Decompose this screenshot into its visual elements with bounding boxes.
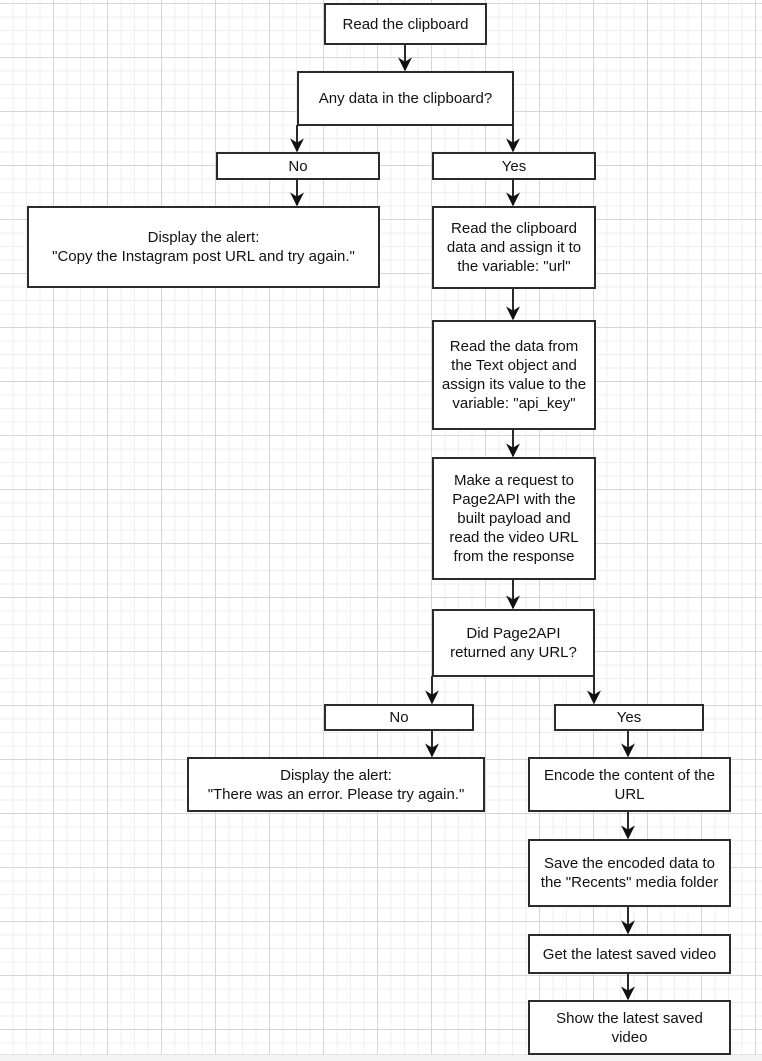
node-get-latest-video: Get the latest saved video	[528, 934, 731, 974]
node-branch-no: No	[216, 152, 380, 180]
node-read-clipboard: Read the clipboard	[324, 3, 487, 45]
node-show-latest-video: Show the latest saved video	[528, 1000, 731, 1055]
node-branch-yes-2: Yes	[554, 704, 704, 731]
node-branch-no-2: No	[324, 704, 474, 731]
node-branch-yes: Yes	[432, 152, 596, 180]
node-alert-copy-url: Display the alert: "Copy the Instagram p…	[27, 206, 380, 288]
node-assign-api-key: Read the data from the Text object and a…	[432, 320, 596, 430]
node-assign-url: Read the clipboard data and assign it to…	[432, 206, 596, 289]
node-save-recents: Save the encoded data to the "Recents" m…	[528, 839, 731, 907]
node-make-request: Make a request to Page2API with the buil…	[432, 457, 596, 580]
node-decision-any-data: Any data in the clipboard?	[297, 71, 514, 126]
canvas-bottom-edge	[0, 1054, 762, 1061]
node-decision-returned-url: Did Page2API returned any URL?	[432, 609, 595, 677]
node-encode-url: Encode the content of the URL	[528, 757, 731, 812]
node-alert-error: Display the alert: "There was an error. …	[187, 757, 485, 812]
